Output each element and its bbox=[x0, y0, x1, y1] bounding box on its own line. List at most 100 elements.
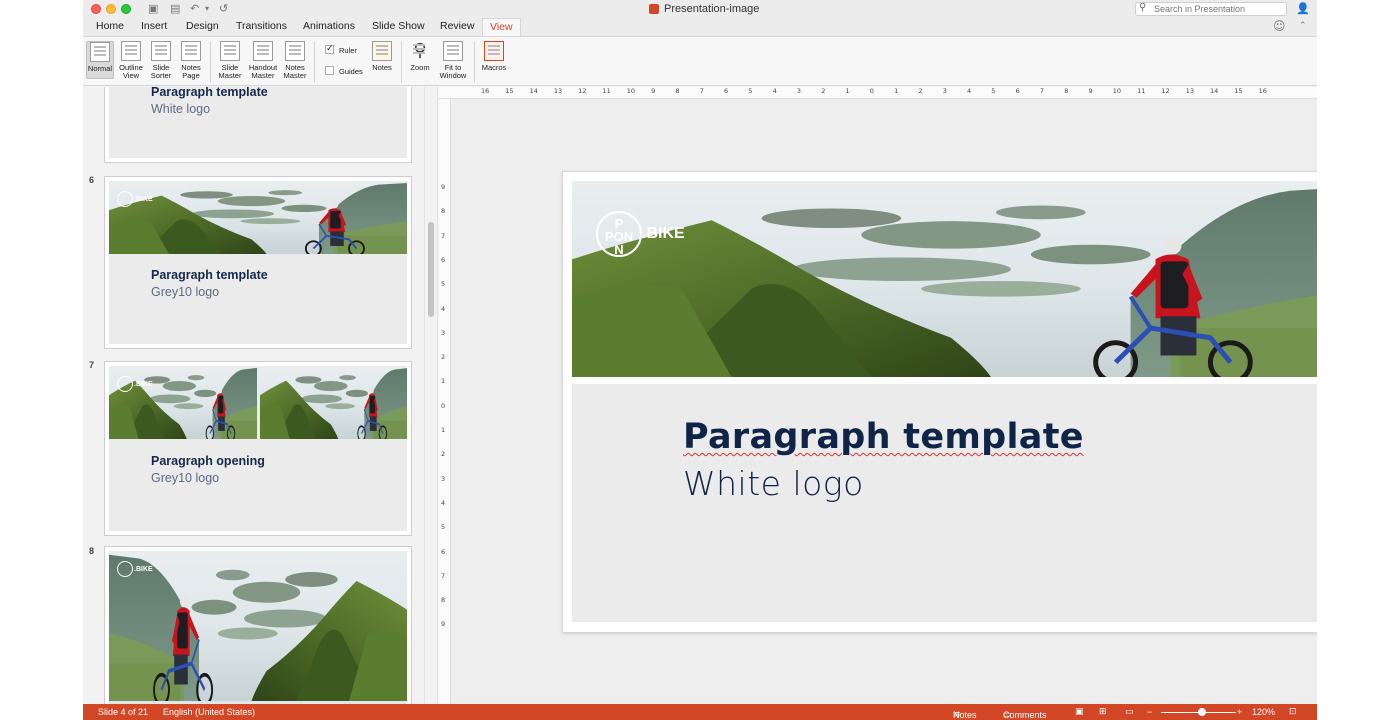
ruler-label: 9 bbox=[651, 87, 656, 95]
ruler-label: 15 bbox=[505, 87, 514, 95]
ruler-label: 16 bbox=[481, 87, 490, 95]
macros-button[interactable]: Macros bbox=[479, 41, 509, 72]
tab-insert[interactable]: Insert bbox=[141, 20, 167, 32]
guides-label: Guides bbox=[339, 67, 363, 76]
zoom-level[interactable]: 120% bbox=[1252, 707, 1275, 717]
tab-transitions[interactable]: Transitions bbox=[236, 20, 287, 32]
minimize-icon[interactable] bbox=[106, 4, 116, 14]
vertical-ruler: 9 8 7 6 5 4 3 2 1 0 1 2 3 4 5 6 7 8 9 bbox=[439, 99, 451, 704]
notes-master-icon bbox=[285, 41, 305, 61]
tab-animations[interactable]: Animations bbox=[303, 20, 355, 32]
slide-text-area[interactable]: Paragraph template White logo bbox=[572, 384, 1317, 622]
pon-bike-logo: .BIKE bbox=[117, 191, 153, 207]
powerpoint-window: ▣ ▤ ↶ ▾ ↺ Presentation-image ⚲ 👤 Home In… bbox=[83, 0, 1317, 720]
slide-sorter-icon[interactable]: ⊞ bbox=[1099, 707, 1107, 717]
ruler-label: 6 bbox=[724, 87, 729, 95]
slide-number: 8 bbox=[89, 546, 95, 556]
ruler-label: 7 bbox=[441, 231, 446, 240]
outline-view-button[interactable]: Outline View bbox=[117, 41, 145, 80]
title-bar: ▣ ▤ ↶ ▾ ↺ Presentation-image ⚲ 👤 bbox=[83, 0, 1317, 18]
slide-number: 6 bbox=[89, 175, 95, 185]
horizontal-ruler: 16 15 14 13 12 11 10 9 8 7 6 5 4 3 2 1 0 1 2 3 4 5 6 7 8 9 10 11 12 1… bbox=[439, 87, 1317, 99]
slide-thumbnail[interactable]: .BIKE Paragraph template Grey10 logo bbox=[104, 176, 412, 349]
ruler-label: 6 bbox=[1015, 87, 1020, 95]
language-indicator[interactable]: English (United States) bbox=[163, 707, 255, 717]
ribbon-separator bbox=[210, 41, 211, 83]
slide-thumbnail[interactable]: Paragraph template White logo bbox=[104, 87, 412, 163]
maximize-icon[interactable] bbox=[121, 4, 131, 14]
collapse-icon[interactable]: ⌃ bbox=[1299, 21, 1307, 31]
ruler-label: 14 bbox=[1210, 87, 1219, 95]
tab-design[interactable]: Design bbox=[186, 20, 219, 32]
ruler-label: 1 bbox=[845, 87, 850, 95]
notes-page-icon bbox=[181, 41, 201, 61]
window-title: Presentation-image bbox=[664, 3, 760, 15]
zoom-in-button[interactable]: + bbox=[1237, 707, 1242, 717]
slideshow-icon[interactable]: ▭ bbox=[1125, 707, 1134, 717]
fit-to-window-button[interactable]: Fit to Window bbox=[437, 41, 469, 80]
slide-thumbnail-body: Paragraph template White logo bbox=[109, 87, 407, 158]
undo-menu-chevron-icon[interactable]: ▾ bbox=[205, 4, 209, 13]
tab-home[interactable]: Home bbox=[96, 20, 124, 32]
redo-icon[interactable]: ↺ bbox=[219, 2, 228, 15]
search-icon: ⚲ bbox=[1139, 2, 1147, 13]
notes-button[interactable]: Notes bbox=[368, 41, 396, 72]
ruler-checkbox[interactable]: ✓ bbox=[325, 45, 334, 54]
slide-title[interactable]: Paragraph template bbox=[683, 417, 1084, 457]
zoom-button[interactable]: ⚲ Zoom bbox=[406, 41, 434, 72]
ruler-label: 14 bbox=[529, 87, 538, 95]
slide-editor[interactable]: 16 15 14 13 12 11 10 9 8 7 6 5 4 3 2 1 0 1 2 3 4 5 6 7 8 9 10 11 12 1… bbox=[439, 87, 1317, 704]
slide-photo[interactable]: P PON N.BIKE bbox=[572, 181, 1317, 377]
fit-slide-icon[interactable]: ⊡ bbox=[1289, 707, 1297, 717]
slide-master-icon bbox=[220, 41, 240, 61]
tab-review[interactable]: Review bbox=[440, 20, 474, 32]
slide-thumbnail-body: .BIKE bbox=[109, 551, 407, 704]
normal-view-icon[interactable]: ▣ bbox=[1075, 707, 1084, 717]
smiley-icon[interactable]: ☺ bbox=[1273, 19, 1286, 33]
normal-view-button[interactable]: Normal bbox=[86, 41, 114, 79]
guides-checkbox[interactable] bbox=[325, 66, 334, 75]
search-box[interactable]: ⚲ bbox=[1135, 2, 1287, 16]
undo-icon[interactable]: ↶ bbox=[190, 2, 199, 15]
scrollbar-thumb[interactable] bbox=[428, 222, 434, 317]
ruler-label: 16 bbox=[1258, 87, 1267, 95]
slide-thumbnail-photo bbox=[109, 181, 407, 254]
slide-subtitle[interactable]: White logo bbox=[683, 464, 864, 503]
ruler-label: 8 bbox=[441, 596, 446, 605]
ruler-label: 9 bbox=[441, 620, 446, 629]
zoom-out-button[interactable]: − bbox=[1147, 707, 1152, 717]
slide-thumbnail[interactable]: .BIKE bbox=[104, 546, 412, 704]
ruler-label: 15 bbox=[1234, 87, 1243, 95]
handout-master-icon bbox=[253, 41, 273, 61]
ruler-label: 3 bbox=[441, 474, 446, 483]
current-slide[interactable]: P PON N.BIKE Paragraph template White logo bbox=[562, 171, 1317, 633]
slide-thumbnail[interactable]: .BIKE Paragraph opening Grey10 logo bbox=[104, 361, 412, 536]
ruler-label: 11 bbox=[1137, 87, 1146, 95]
slide-sorter-button[interactable]: Slide Sorter bbox=[147, 41, 175, 80]
save-icon[interactable]: ▤ bbox=[170, 2, 180, 15]
slide-thumbnail-photo bbox=[260, 366, 407, 439]
ruler-label: 0 bbox=[869, 87, 874, 95]
thumbnail-scrollbar[interactable] bbox=[424, 87, 438, 704]
sidebar-icon[interactable]: ▣ bbox=[148, 2, 158, 15]
notes-page-button[interactable]: Notes Page bbox=[177, 41, 205, 80]
powerpoint-file-icon bbox=[649, 4, 659, 14]
thumbnail-subtitle: Grey10 logo bbox=[151, 285, 220, 299]
thumbnail-title: Paragraph opening bbox=[151, 454, 265, 468]
share-icon[interactable]: 👤 bbox=[1296, 2, 1310, 15]
fit-window-icon bbox=[443, 41, 463, 61]
close-icon[interactable] bbox=[91, 4, 101, 14]
slide-master-button[interactable]: Slide Master bbox=[215, 41, 245, 80]
slide-thumbnail-pane[interactable]: Paragraph template White logo 6 .BIKE Pa… bbox=[83, 87, 423, 704]
notes-master-button[interactable]: Notes Master bbox=[281, 41, 309, 80]
ruler-label: 7 bbox=[699, 87, 704, 95]
tab-view[interactable]: View bbox=[482, 18, 521, 37]
thumbnail-subtitle: White logo bbox=[151, 102, 211, 116]
search-input[interactable] bbox=[1154, 3, 1282, 15]
zoom-slider-knob[interactable] bbox=[1198, 708, 1207, 716]
handout-master-button[interactable]: Handout Master bbox=[246, 41, 280, 80]
slide-thumbnail-photo bbox=[109, 551, 407, 701]
ruler-label: 4 bbox=[772, 87, 777, 95]
tab-slide-show[interactable]: Slide Show bbox=[372, 20, 425, 32]
ruler-label: 2 bbox=[918, 87, 923, 95]
